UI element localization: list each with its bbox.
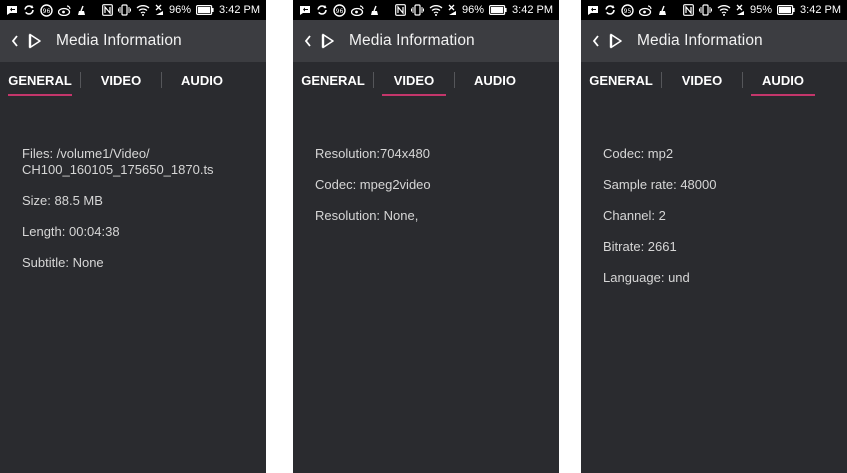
nfc-icon xyxy=(102,0,113,20)
battery-percent: 96% xyxy=(462,4,485,16)
battery-icon xyxy=(489,0,507,20)
nfc-icon xyxy=(683,0,694,20)
info-size: Size: 88.5 MB xyxy=(22,193,103,208)
info-file-path: Files: /volume1/Video/ CH100_160105_1756… xyxy=(22,146,214,177)
signal-off-icon xyxy=(736,0,745,20)
play-logo-icon xyxy=(607,31,625,51)
info-list: Resolution:704x480 Codec: mpeg2video Res… xyxy=(293,146,559,224)
signal-off-icon xyxy=(448,0,457,20)
wifi-icon xyxy=(717,0,731,20)
weibo-icon xyxy=(639,0,652,20)
battery-icon xyxy=(196,0,214,20)
phone-screen-general: 96 96% 3:42 PM Media Information GENERAL… xyxy=(0,0,266,473)
tab-general[interactable]: GENERAL xyxy=(0,62,80,98)
message-icon xyxy=(6,0,18,20)
wifi-icon xyxy=(136,0,150,20)
tab-audio[interactable]: AUDIO xyxy=(455,62,535,98)
svg-text:96: 96 xyxy=(43,8,51,15)
phone-screen-audio: 95 95% 3:42 PM Media Information GENERAL… xyxy=(581,0,847,473)
svg-text:95: 95 xyxy=(624,8,632,15)
status-bar: 96 96% 3:42 PM xyxy=(0,0,266,20)
info-list: Codec: mp2 Sample rate: 48000 Channel: 2… xyxy=(581,146,847,286)
phone-screen-video: 96 96% 3:42 PM Media Information GENERAL… xyxy=(293,0,559,473)
status-bar: 95 95% 3:42 PM xyxy=(581,0,847,20)
vibrate-icon xyxy=(118,0,131,20)
tab-bar: GENERAL VIDEO AUDIO xyxy=(581,62,847,98)
page-title: Media Information xyxy=(637,32,763,49)
message-icon xyxy=(299,0,311,20)
signal-off-icon xyxy=(155,0,164,20)
info-sample-rate: Sample rate: 48000 xyxy=(603,177,717,192)
data-usage-icon: 96 xyxy=(40,0,53,20)
page-title: Media Information xyxy=(56,32,182,49)
info-resolution: Resolution:704x480 xyxy=(315,146,430,161)
info-resolution-secondary: Resolution: None, xyxy=(315,208,419,223)
tab-video[interactable]: VIDEO xyxy=(662,62,742,98)
tab-general[interactable]: GENERAL xyxy=(581,62,661,98)
page-title: Media Information xyxy=(349,32,475,49)
nfc-icon xyxy=(395,0,406,20)
tab-audio[interactable]: AUDIO xyxy=(162,62,242,98)
back-chevron-icon[interactable] xyxy=(8,31,22,51)
cleanup-icon xyxy=(657,0,668,20)
info-channel: Channel: 2 xyxy=(603,208,666,223)
play-logo-icon xyxy=(319,31,337,51)
sync-icon xyxy=(604,0,616,20)
vibrate-icon xyxy=(411,0,424,20)
info-list: Files: /volume1/Video/ CH100_160105_1756… xyxy=(0,146,266,271)
tab-audio[interactable]: AUDIO xyxy=(743,62,823,98)
info-codec: Codec: mpeg2video xyxy=(315,177,431,192)
tab-general[interactable]: GENERAL xyxy=(293,62,373,98)
vibrate-icon xyxy=(699,0,712,20)
weibo-icon xyxy=(351,0,364,20)
status-time: 3:42 PM xyxy=(219,4,260,16)
data-usage-icon: 96 xyxy=(333,0,346,20)
message-icon xyxy=(587,0,599,20)
tab-video[interactable]: VIDEO xyxy=(81,62,161,98)
info-length: Length: 00:04:38 xyxy=(22,224,120,239)
status-time: 3:42 PM xyxy=(512,4,553,16)
cleanup-icon xyxy=(76,0,87,20)
sync-icon xyxy=(23,0,35,20)
info-language: Language: und xyxy=(603,270,690,285)
back-chevron-icon[interactable] xyxy=(301,31,315,51)
sync-icon xyxy=(316,0,328,20)
tab-video[interactable]: VIDEO xyxy=(374,62,454,98)
back-chevron-icon[interactable] xyxy=(589,31,603,51)
app-bar: Media Information xyxy=(0,20,266,62)
info-codec: Codec: mp2 xyxy=(603,146,674,161)
svg-text:96: 96 xyxy=(336,8,344,15)
tab-bar: GENERAL VIDEO AUDIO xyxy=(0,62,266,98)
info-subtitle: Subtitle: None xyxy=(22,255,104,270)
battery-percent: 95% xyxy=(750,4,773,16)
battery-icon xyxy=(777,0,795,20)
app-bar: Media Information xyxy=(581,20,847,62)
battery-percent: 96% xyxy=(169,4,192,16)
status-bar: 96 96% 3:42 PM xyxy=(293,0,559,20)
play-logo-icon xyxy=(26,31,44,51)
info-bitrate: Bitrate: 2661 xyxy=(603,239,677,254)
tab-bar: GENERAL VIDEO AUDIO xyxy=(293,62,559,98)
wifi-icon xyxy=(429,0,443,20)
data-usage-icon: 95 xyxy=(621,0,634,20)
app-bar: Media Information xyxy=(293,20,559,62)
weibo-icon xyxy=(58,0,71,20)
cleanup-icon xyxy=(369,0,380,20)
status-time: 3:42 PM xyxy=(800,4,841,16)
